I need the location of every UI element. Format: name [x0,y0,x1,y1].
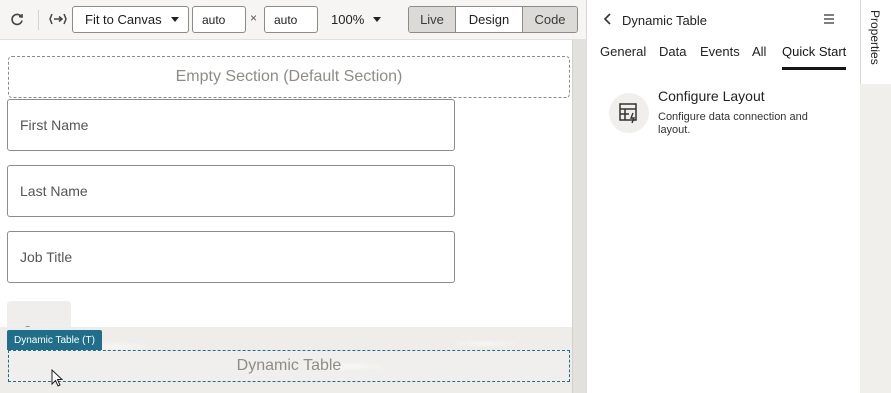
width-input[interactable] [192,6,246,33]
fit-select[interactable]: Fit to Canvas [72,6,189,33]
tab-quick-start[interactable]: Quick Start [782,44,847,70]
refresh-icon[interactable] [6,8,28,30]
height-input[interactable] [264,6,318,33]
dynamic-table-component[interactable]: Dynamic Table [8,350,570,382]
zoom-chevron-icon[interactable] [373,17,381,22]
toolbar-divider [38,10,39,30]
configure-layout-card[interactable]: Configure Layout Configure data connecti… [609,88,849,148]
properties-panel: Dynamic Table General Data Events All Qu… [586,0,860,393]
fit-icon[interactable] [47,8,69,30]
mode-design-button[interactable]: Design [456,7,523,32]
mouse-cursor-icon [51,368,64,392]
configure-layout-description: Configure data connection and layout. [658,111,808,136]
mode-code-button[interactable]: Code [523,7,577,32]
tab-events[interactable]: Events [700,44,740,70]
tab-data[interactable]: Data [659,44,686,70]
back-chevron-icon[interactable] [603,12,613,29]
menu-icon[interactable] [823,12,835,28]
chevron-down-icon [171,17,179,22]
job-title-field[interactable] [7,231,455,283]
dynamic-table-badge[interactable]: Dynamic Table (T) [7,330,102,350]
properties-side-tab[interactable]: Properties [860,0,891,84]
panel-title: Dynamic Table [622,13,708,28]
page-canvas: Empty Section (Default Section) Save Dyn… [0,40,572,393]
table-layout-icon [609,93,649,133]
times-sign: × [250,11,258,25]
canvas-area: Empty Section (Default Section) Save Dyn… [0,40,586,393]
tab-all[interactable]: All [752,44,766,70]
mode-switcher: Live Design Code [408,6,578,33]
last-name-field[interactable] [7,165,455,217]
toolbar: Fit to Canvas × 100% Live Design Code [0,0,586,40]
canvas-scrollbar[interactable] [572,40,586,393]
mode-live-button[interactable]: Live [409,7,456,32]
panel-tabs: General Data Events All Quick Start [587,44,861,70]
zoom-select[interactable]: 100% [331,12,364,27]
tab-general[interactable]: General [600,44,646,70]
first-name-field[interactable] [7,99,455,151]
fit-select-label: Fit to Canvas [85,12,162,27]
properties-side-tab-label: Properties [868,10,882,65]
empty-section[interactable]: Empty Section (Default Section) [8,56,570,98]
configure-layout-title: Configure Layout [658,88,765,104]
